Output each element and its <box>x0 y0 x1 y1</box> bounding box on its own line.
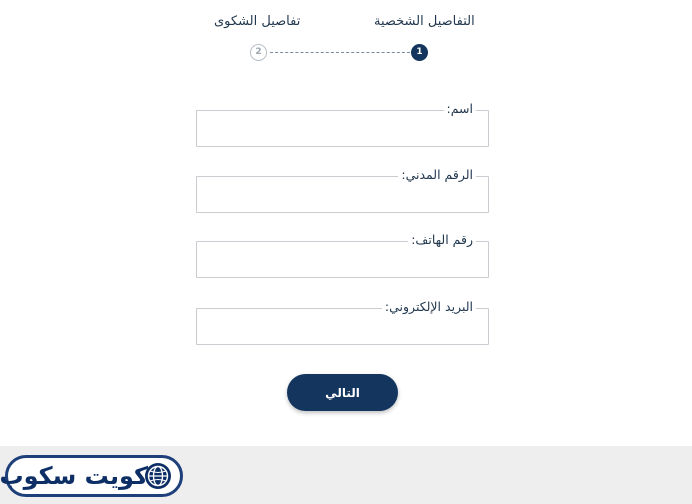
step-1-label[interactable]: التفاصيل الشخصية <box>374 14 475 29</box>
globe-icon <box>145 463 171 489</box>
email-field: البريد الإلكتروني: <box>196 299 489 345</box>
step-2-indicator[interactable]: 2 <box>250 44 267 61</box>
civil-id-input[interactable] <box>197 177 488 212</box>
site-logo[interactable]: كويت سكوب <box>0 455 183 497</box>
step-connector-line <box>270 52 410 53</box>
complaint-form-page: التفاصيل الشخصية تفاصيل الشكوى 1 2 اسم: … <box>0 0 692 504</box>
name-input[interactable] <box>197 111 488 146</box>
step-1-indicator[interactable]: 1 <box>411 44 428 61</box>
progress-stepper: التفاصيل الشخصية تفاصيل الشكوى 1 2 <box>0 0 692 70</box>
phone-input[interactable] <box>197 242 488 277</box>
next-button[interactable]: التالي <box>287 374 398 411</box>
civil-id-field: الرقم المدني: <box>196 167 489 213</box>
phone-field: رقم الهاتف: <box>196 232 489 278</box>
name-field: اسم: <box>196 101 489 147</box>
step-2-label[interactable]: تفاصيل الشكوى <box>214 14 300 29</box>
logo-text: كويت سكوب <box>0 462 148 490</box>
email-input[interactable] <box>197 309 488 344</box>
